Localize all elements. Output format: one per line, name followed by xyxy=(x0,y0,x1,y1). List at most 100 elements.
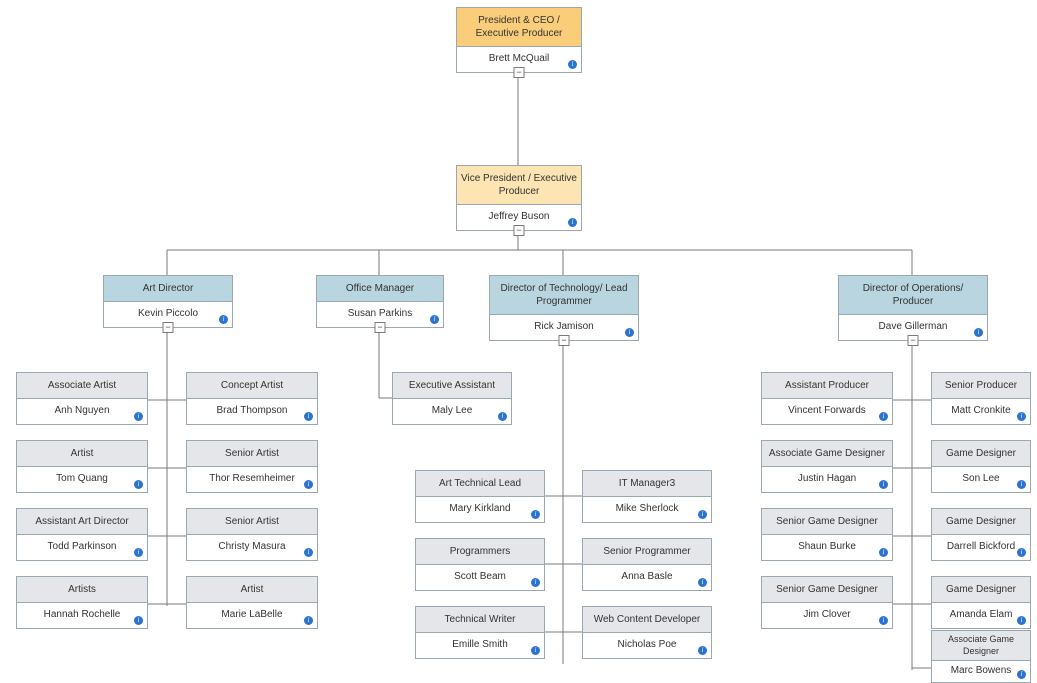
node-tech-programmers[interactable]: Programmers Scott Beami xyxy=(415,538,545,591)
info-icon[interactable]: i xyxy=(879,616,888,625)
node-name: Hannah Rochellei xyxy=(17,603,147,628)
node-title: Game Designer xyxy=(932,509,1030,535)
node-name: Amanda Elami xyxy=(932,603,1030,628)
node-ops-game-designer-1[interactable]: Game Designer Son Leei xyxy=(931,440,1031,493)
node-tech-director[interactable]: Director of Technology/ Lead Programmer … xyxy=(489,275,639,341)
info-icon[interactable]: i xyxy=(698,510,707,519)
info-icon[interactable]: i xyxy=(1017,412,1026,421)
node-art-artist-1[interactable]: Artist Tom Quangi xyxy=(16,440,148,493)
node-name: Emille Smithi xyxy=(416,633,544,658)
node-name: Todd Parkinsoni xyxy=(17,535,147,560)
info-icon[interactable]: i xyxy=(531,646,540,655)
node-tech-art-lead[interactable]: Art Technical Lead Mary Kirklandi xyxy=(415,470,545,523)
node-office-manager[interactable]: Office Manager Susan Parkinsi − xyxy=(316,275,444,328)
node-title: Art Director xyxy=(104,276,232,302)
info-icon[interactable]: i xyxy=(1017,616,1026,625)
node-ops-senior-game-designer-1[interactable]: Senior Game Designer Shaun Burkei xyxy=(761,508,893,561)
node-name: Tom Quangi xyxy=(17,467,147,492)
collapse-toggle[interactable]: − xyxy=(559,335,570,346)
node-tech-writer[interactable]: Technical Writer Emille Smithi xyxy=(415,606,545,659)
info-icon[interactable]: i xyxy=(879,548,888,557)
node-executive-assistant[interactable]: Executive Assistant Maly Leei xyxy=(392,372,512,425)
node-name: Mary Kirklandi xyxy=(416,497,544,522)
node-name: Justin Hagani xyxy=(762,467,892,492)
node-ops-game-designer-3[interactable]: Game Designer Amanda Elami xyxy=(931,576,1031,629)
info-icon[interactable]: i xyxy=(698,646,707,655)
collapse-toggle[interactable]: − xyxy=(375,322,386,333)
node-art-senior-artist-2[interactable]: Senior Artist Christy Masurai xyxy=(186,508,318,561)
node-name: Scott Beami xyxy=(416,565,544,590)
info-icon[interactable]: i xyxy=(134,616,143,625)
node-ops-assoc-game-designer-2[interactable]: Associate Game Designer Marc Bowensi xyxy=(931,630,1031,683)
node-art-director[interactable]: Art Director Kevin Piccoloi − xyxy=(103,275,233,328)
node-title: Art Technical Lead xyxy=(416,471,544,497)
node-title: Associate Artist xyxy=(17,373,147,399)
node-tech-web-dev[interactable]: Web Content Developer Nicholas Poei xyxy=(582,606,712,659)
node-name: Son Leei xyxy=(932,467,1030,492)
info-icon[interactable]: i xyxy=(531,578,540,587)
node-ops-assistant-producer[interactable]: Assistant Producer Vincent Forwardsi xyxy=(761,372,893,425)
node-name: Shaun Burkei xyxy=(762,535,892,560)
node-title: IT Manager3 xyxy=(583,471,711,497)
info-icon[interactable]: i xyxy=(498,412,507,421)
node-title: Web Content Developer xyxy=(583,607,711,633)
info-icon[interactable]: i xyxy=(879,412,888,421)
node-title: Senior Producer xyxy=(932,373,1030,399)
node-art-concept-artist[interactable]: Concept Artist Brad Thompsoni xyxy=(186,372,318,425)
node-name: Darrell Bickfordi xyxy=(932,535,1030,560)
info-icon[interactable]: i xyxy=(134,412,143,421)
node-art-artists[interactable]: Artists Hannah Rochellei xyxy=(16,576,148,629)
node-title: Associate Game Designer xyxy=(762,441,892,467)
node-title: Game Designer xyxy=(932,577,1030,603)
node-title: Vice President / Executive Producer xyxy=(457,166,581,205)
info-icon[interactable]: i xyxy=(430,315,439,324)
info-icon[interactable]: i xyxy=(698,578,707,587)
info-icon[interactable]: i xyxy=(134,548,143,557)
node-title: Associate Game Designer xyxy=(932,631,1030,661)
info-icon[interactable]: i xyxy=(304,412,313,421)
node-name: Maly Leei xyxy=(393,399,511,424)
node-ops-senior-game-designer-2[interactable]: Senior Game Designer Jim Cloveri xyxy=(761,576,893,629)
node-art-associate-artist[interactable]: Associate Artist Anh Nguyeni xyxy=(16,372,148,425)
node-title: Senior Game Designer xyxy=(762,577,892,603)
node-title: Executive Assistant xyxy=(393,373,511,399)
node-title: Director of Technology/ Lead Programmer xyxy=(490,276,638,315)
node-name: Mike Sherlocki xyxy=(583,497,711,522)
node-tech-it-manager[interactable]: IT Manager3 Mike Sherlocki xyxy=(582,470,712,523)
info-icon[interactable]: i xyxy=(974,328,983,337)
info-icon[interactable]: i xyxy=(1017,670,1026,679)
collapse-toggle[interactable]: − xyxy=(514,225,525,236)
info-icon[interactable]: i xyxy=(568,60,577,69)
node-name: Christy Masurai xyxy=(187,535,317,560)
info-icon[interactable]: i xyxy=(879,480,888,489)
node-name: Thor Resemheimeri xyxy=(187,467,317,492)
info-icon[interactable]: i xyxy=(1017,548,1026,557)
info-icon[interactable]: i xyxy=(1017,480,1026,489)
node-ops-senior-producer[interactable]: Senior Producer Matt Cronkitei xyxy=(931,372,1031,425)
collapse-toggle[interactable]: − xyxy=(163,322,174,333)
info-icon[interactable]: i xyxy=(531,510,540,519)
node-ops-director[interactable]: Director of Operations/ Producer Dave Gi… xyxy=(838,275,988,341)
node-title: Artist xyxy=(187,577,317,603)
info-icon[interactable]: i xyxy=(568,218,577,227)
info-icon[interactable]: i xyxy=(219,315,228,324)
info-icon[interactable]: i xyxy=(304,548,313,557)
node-vp[interactable]: Vice President / Executive Producer Jeff… xyxy=(456,165,582,231)
node-art-artist-2[interactable]: Artist Marie LaBellei xyxy=(186,576,318,629)
node-title: President & CEO / Executive Producer xyxy=(457,8,581,47)
info-icon[interactable]: i xyxy=(625,328,634,337)
info-icon[interactable]: i xyxy=(134,480,143,489)
info-icon[interactable]: i xyxy=(304,480,313,489)
node-title: Assistant Art Director xyxy=(17,509,147,535)
node-art-senior-artist-1[interactable]: Senior Artist Thor Resemheimeri xyxy=(186,440,318,493)
node-name: Anh Nguyeni xyxy=(17,399,147,424)
node-ceo[interactable]: President & CEO / Executive Producer Bre… xyxy=(456,7,582,73)
collapse-toggle[interactable]: − xyxy=(514,67,525,78)
node-ops-game-designer-2[interactable]: Game Designer Darrell Bickfordi xyxy=(931,508,1031,561)
collapse-toggle[interactable]: − xyxy=(908,335,919,346)
node-name: Nicholas Poei xyxy=(583,633,711,658)
node-ops-assoc-game-designer-1[interactable]: Associate Game Designer Justin Hagani xyxy=(761,440,893,493)
info-icon[interactable]: i xyxy=(304,616,313,625)
node-art-assistant-director[interactable]: Assistant Art Director Todd Parkinsoni xyxy=(16,508,148,561)
node-tech-senior-programmer[interactable]: Senior Programmer Anna Baslei xyxy=(582,538,712,591)
